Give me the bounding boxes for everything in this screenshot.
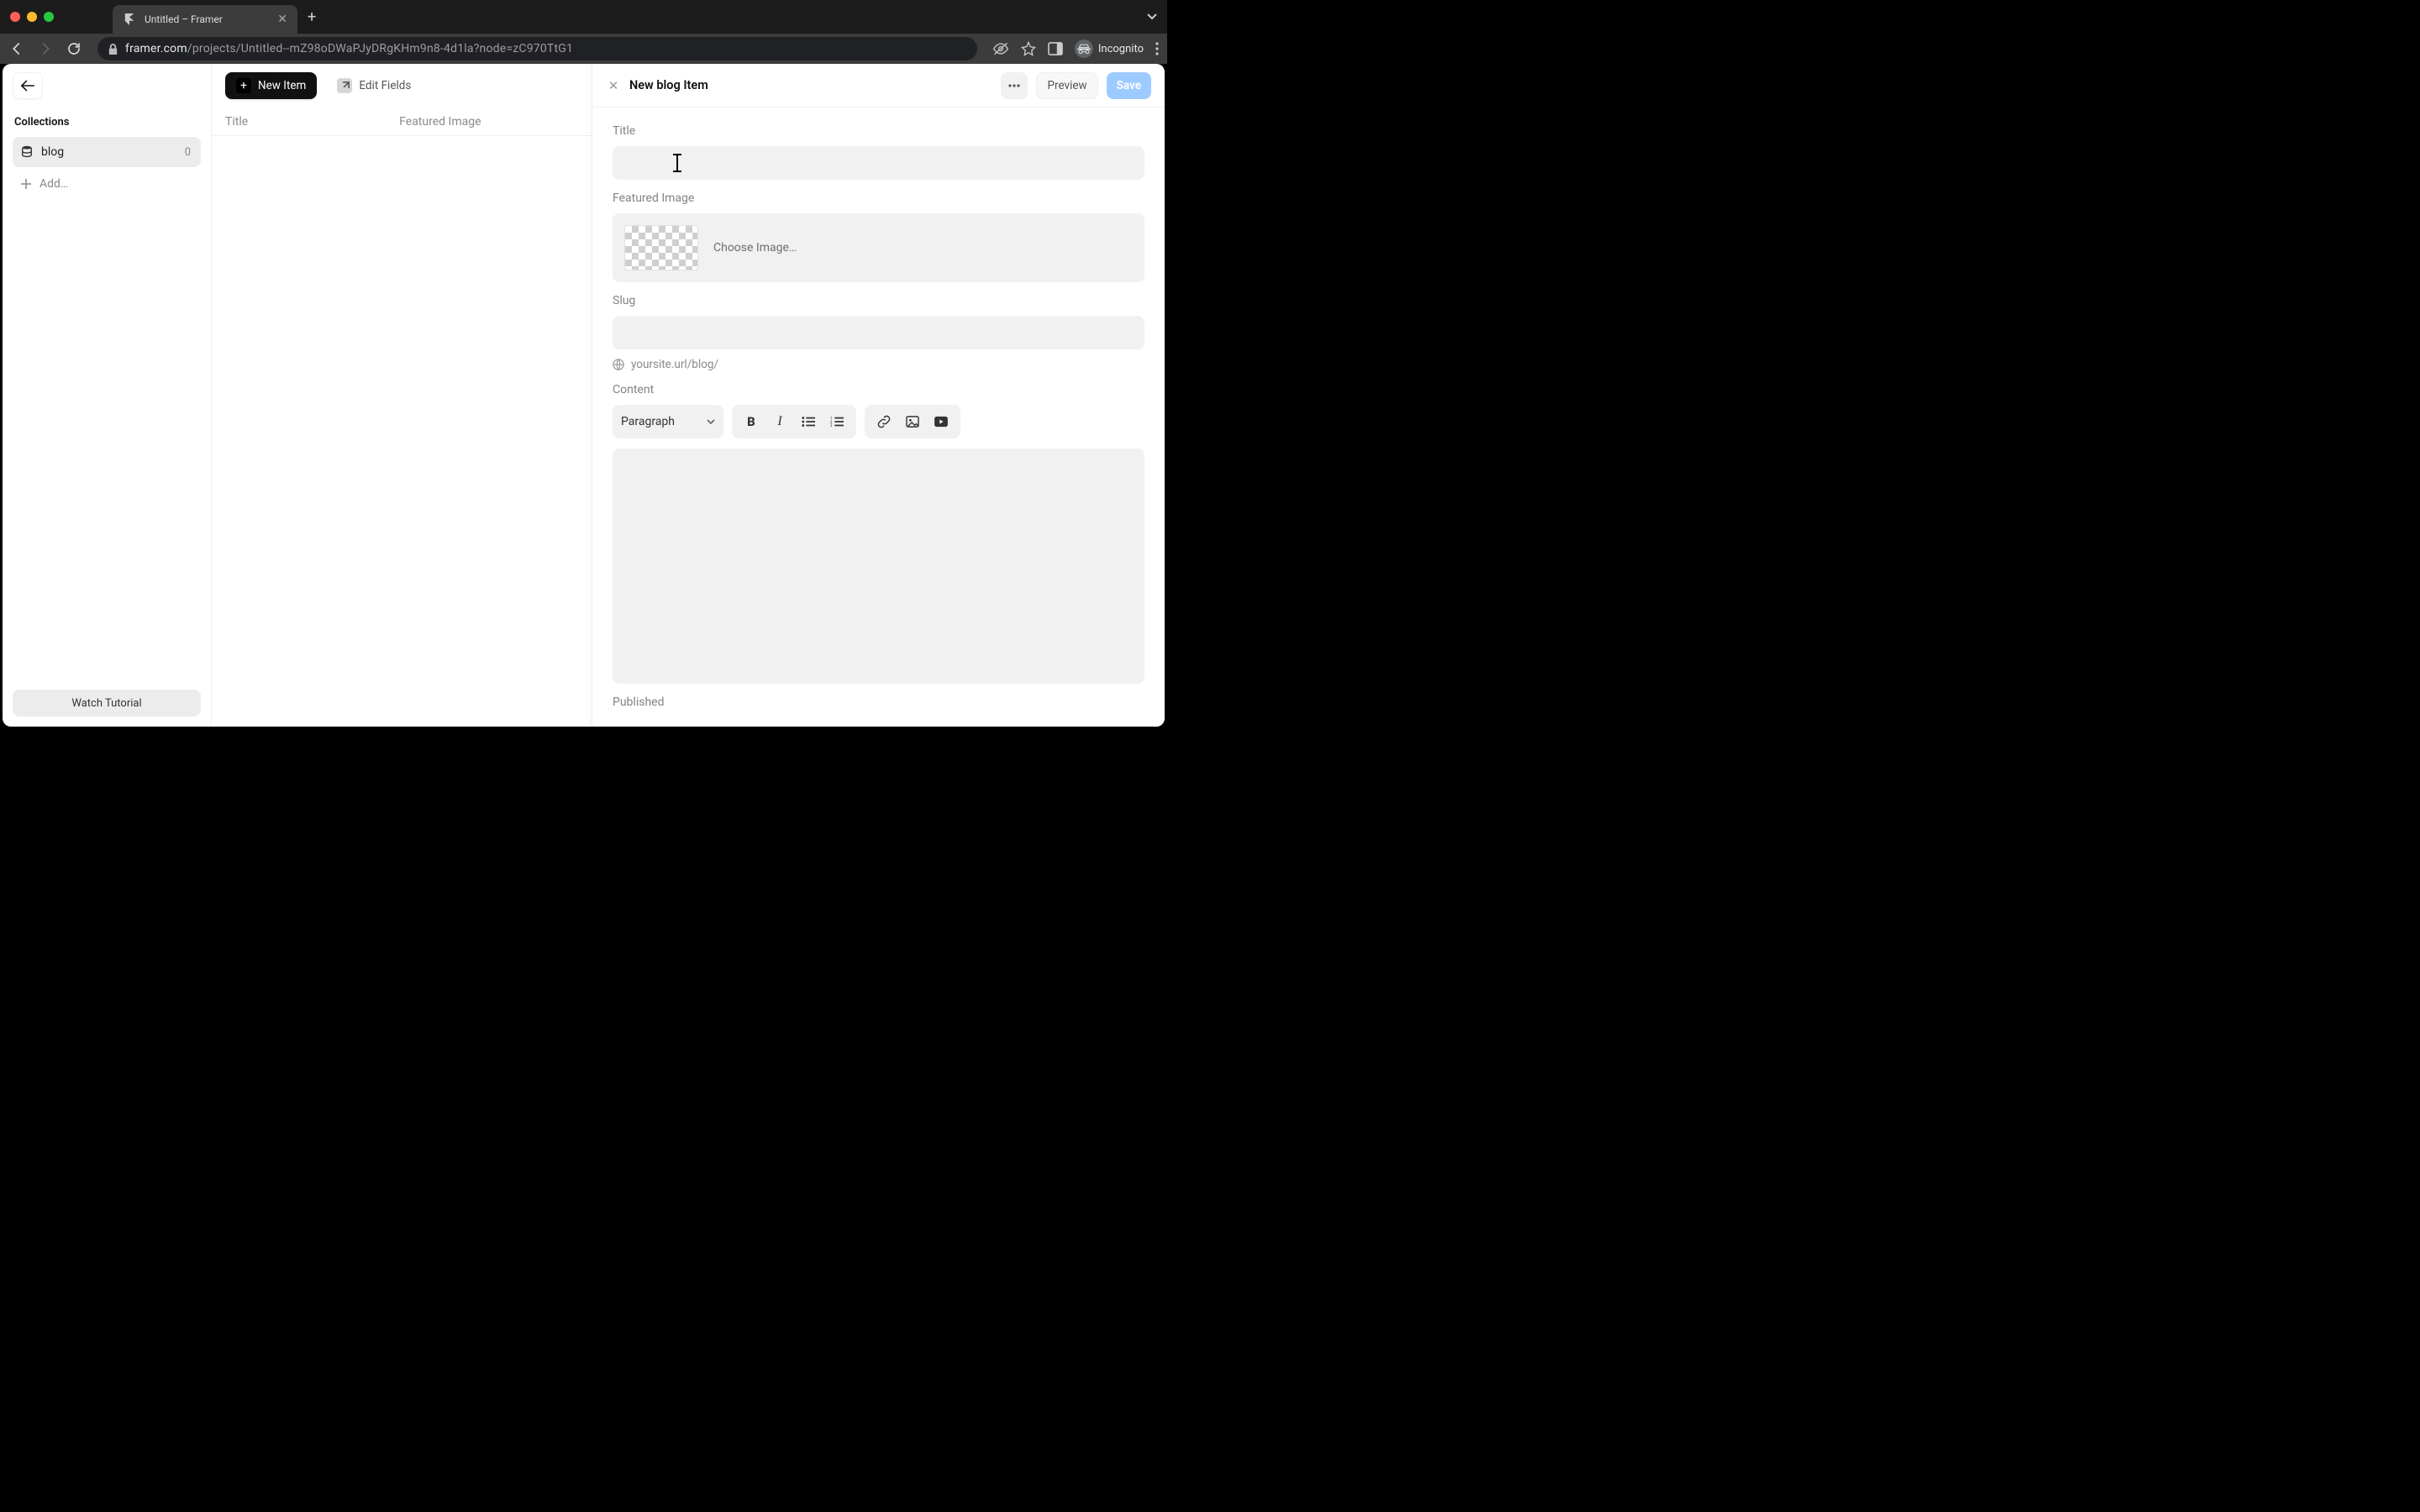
video-button[interactable] <box>927 407 955 436</box>
browser-forward-icon <box>37 40 54 57</box>
incognito-badge[interactable]: Incognito <box>1075 39 1144 58</box>
window-close-dot[interactable] <box>10 12 20 22</box>
bold-button[interactable]: B <box>737 407 765 436</box>
title-field-label: Title <box>613 124 1144 138</box>
app-back-button[interactable] <box>13 72 43 99</box>
eye-off-icon[interactable] <box>992 41 1009 56</box>
collection-item-blog[interactable]: blog 0 <box>13 137 201 167</box>
edit-fields-button[interactable]: Edit Fields <box>327 72 421 99</box>
slug-input[interactable] <box>613 316 1144 349</box>
database-icon <box>21 145 33 159</box>
incognito-icon <box>1075 39 1093 58</box>
dots-icon <box>1008 84 1020 87</box>
tab-close-icon[interactable]: ✕ <box>277 13 287 26</box>
column-title: Title <box>225 115 248 129</box>
lock-icon <box>108 43 118 55</box>
watch-tutorial-button[interactable]: Watch Tutorial <box>13 690 201 717</box>
kebab-menu-icon[interactable] <box>1155 42 1159 55</box>
slug-field-label: Slug <box>613 294 1144 307</box>
browser-reload-icon[interactable] <box>66 40 82 57</box>
panel-title: New blog Item <box>629 78 992 92</box>
star-icon[interactable] <box>1021 41 1036 56</box>
content-field-label: Content <box>613 383 1144 396</box>
image-placeholder-icon <box>624 225 698 270</box>
column-featured-image: Featured Image <box>399 115 481 129</box>
chevron-down-icon <box>707 419 715 425</box>
slug-hint-text: yoursite.url/blog/ <box>631 358 718 371</box>
close-panel-icon[interactable]: ✕ <box>606 78 621 93</box>
italic-icon: I <box>777 414 781 429</box>
svg-text:3: 3 <box>830 423 833 428</box>
collection-name: blog <box>41 145 176 159</box>
collection-count: 0 <box>185 146 191 159</box>
globe-icon <box>613 359 624 370</box>
ordered-list-icon: 123 <box>830 416 844 428</box>
image-button[interactable] <box>898 407 927 436</box>
add-collection-button[interactable]: Add… <box>13 171 201 197</box>
framer-favicon-icon <box>123 13 136 26</box>
window-minimize-dot[interactable] <box>27 12 37 22</box>
browser-back-icon[interactable] <box>8 40 25 57</box>
video-icon <box>934 416 949 428</box>
panel-icon[interactable] <box>1048 42 1063 55</box>
published-field-label: Published <box>613 696 1144 709</box>
link-icon <box>877 415 891 428</box>
save-button[interactable]: Save <box>1107 72 1151 99</box>
bullet-list-button[interactable] <box>794 407 823 436</box>
ordered-list-button[interactable]: 123 <box>823 407 851 436</box>
collections-label: Collections <box>14 116 199 129</box>
bullet-list-icon <box>802 416 815 428</box>
plus-icon: + <box>236 78 251 93</box>
new-tab-button[interactable]: + <box>308 8 316 26</box>
window-zoom-dot[interactable] <box>44 12 54 22</box>
link-button[interactable] <box>870 407 898 436</box>
detail-panel: ✕ New blog Item Preview Save Title <box>592 64 1165 727</box>
url-text: framer.com/projects/Untitled--mZ98oDWaPJ… <box>125 42 573 55</box>
preview-button[interactable]: Preview <box>1036 72 1097 99</box>
image-icon <box>906 416 919 428</box>
content-editor[interactable] <box>613 449 1144 684</box>
paragraph-style-select[interactable]: Paragraph <box>613 405 723 438</box>
text-cursor-icon <box>676 155 678 171</box>
title-input[interactable] <box>613 146 1144 180</box>
bold-icon: B <box>747 414 755 429</box>
more-menu-button[interactable] <box>1001 72 1028 99</box>
browser-tab[interactable]: Untitled – Framer ✕ <box>113 5 297 34</box>
plus-icon <box>21 179 31 189</box>
external-icon <box>337 78 352 93</box>
featured-image-picker[interactable]: Choose Image… <box>613 213 1144 282</box>
tabs-dropdown-icon[interactable] <box>1147 13 1157 20</box>
italic-button[interactable]: I <box>765 407 794 436</box>
new-item-button[interactable]: + New Item <box>225 72 317 99</box>
tab-title: Untitled – Framer <box>145 13 269 25</box>
featured-image-field-label: Featured Image <box>613 192 1144 205</box>
address-bar[interactable]: framer.com/projects/Untitled--mZ98oDWaPJ… <box>97 37 977 60</box>
